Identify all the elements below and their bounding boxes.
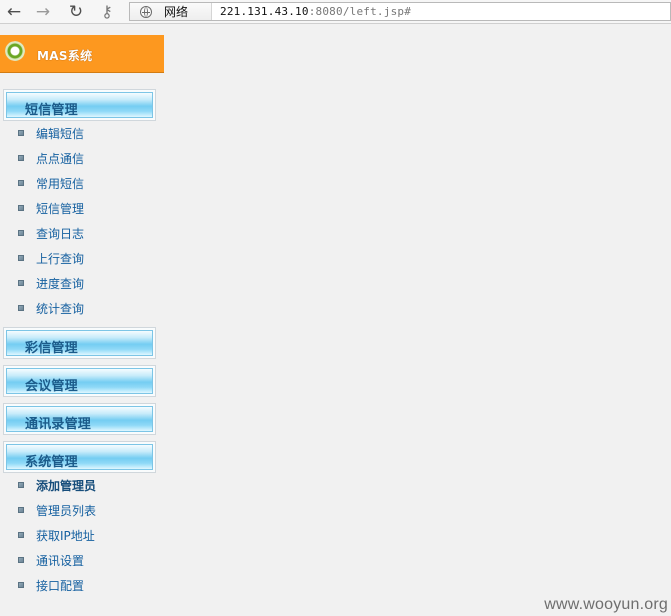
- square-bullet-icon: [18, 482, 24, 488]
- menu-section-mms-bar[interactable]: 彩信管理: [6, 330, 153, 356]
- menu-section-system-label: 系统管理: [25, 455, 78, 470]
- globe-icon: [140, 5, 152, 18]
- sidebar-item-label: 接口配置: [36, 578, 85, 593]
- square-bullet-icon: [18, 180, 24, 186]
- square-bullet-icon: [18, 130, 24, 136]
- square-bullet-icon: [18, 557, 24, 563]
- sidebar-item-label: 进度查询: [36, 276, 85, 291]
- security-zone-label: 网络: [164, 5, 189, 19]
- sidebar-item-label: 常用短信: [36, 176, 85, 191]
- sidebar-item-sms-management[interactable]: 短信管理: [18, 199, 148, 217]
- forward-arrow-icon[interactable]: →: [33, 2, 53, 22]
- sidebar-item-label: 上行查询: [36, 251, 85, 266]
- reload-icon[interactable]: ↻: [66, 2, 86, 22]
- square-bullet-icon: [18, 230, 24, 236]
- square-bullet-icon: [18, 582, 24, 588]
- sidebar-item-progress-query[interactable]: 进度查询: [18, 274, 148, 292]
- menu-section-contacts[interactable]: 通讯录管理: [3, 403, 156, 435]
- menu-section-mms[interactable]: 彩信管理: [3, 327, 156, 359]
- square-bullet-icon: [18, 280, 24, 286]
- square-bullet-icon: [18, 155, 24, 161]
- menu-section-sms-label: 短信管理: [25, 103, 78, 118]
- sidebar-item-label: 通讯设置: [36, 553, 85, 568]
- sidebar-item-admin-list[interactable]: 管理员列表: [18, 501, 148, 519]
- menu-section-sms-bar[interactable]: 短信管理: [6, 92, 153, 118]
- sidebar-item-add-admin[interactable]: 添加管理员: [18, 476, 148, 494]
- url-path: :8080/left.jsp#: [308, 5, 412, 18]
- security-zone[interactable]: 网络: [130, 3, 212, 20]
- menu-section-system[interactable]: 系统管理: [3, 441, 156, 473]
- sidebar-item-label: 编辑短信: [36, 126, 85, 141]
- sidebar-item-label: 统计查询: [36, 301, 85, 316]
- sidebar-item-label: 查询日志: [36, 226, 85, 241]
- sidebar-item-get-ip-address[interactable]: 获取IP地址: [18, 526, 148, 544]
- menu-section-system-bar[interactable]: 系统管理: [6, 444, 153, 470]
- sidebar-item-label: 短信管理: [36, 201, 85, 216]
- menu-section-contacts-label: 通讯录管理: [25, 417, 92, 432]
- square-bullet-icon: [18, 255, 24, 261]
- sidebar-item-label: 点点通信: [36, 151, 85, 166]
- sidebar-item-label: 管理员列表: [36, 503, 97, 518]
- menu-section-contacts-bar[interactable]: 通讯录管理: [6, 406, 153, 432]
- back-arrow-icon[interactable]: ←: [4, 2, 24, 22]
- menu-section-mms-label: 彩信管理: [25, 341, 78, 356]
- sidebar-item-edit-sms[interactable]: 编辑短信: [18, 124, 148, 142]
- sidebar-item-label: 获取IP地址: [36, 528, 95, 543]
- sidebar-item-statistics-query[interactable]: 统计查询: [18, 299, 148, 317]
- address-bar[interactable]: 网络 221.131.43.10:8080/left.jsp#: [129, 2, 671, 21]
- menu-section-sms[interactable]: 短信管理: [3, 89, 156, 121]
- watermark-text: www.wooyun.org: [544, 596, 668, 613]
- system-header: MAS系统: [0, 35, 164, 73]
- sidebar-item-interface-config[interactable]: 接口配置: [18, 576, 148, 594]
- sidebar-item-query-log[interactable]: 查询日志: [18, 224, 148, 242]
- square-bullet-icon: [18, 205, 24, 211]
- gear-icon: [5, 41, 25, 61]
- sidebar-item-point-to-point[interactable]: 点点通信: [18, 149, 148, 167]
- menu-section-conference-bar[interactable]: 会议管理: [6, 368, 153, 394]
- url-text[interactable]: 221.131.43.10:8080/left.jsp#: [212, 5, 411, 18]
- key-icon[interactable]: ⚷: [97, 2, 117, 22]
- menu-section-conference-label: 会议管理: [25, 379, 78, 394]
- square-bullet-icon: [18, 507, 24, 513]
- url-host: 221.131.43.10: [220, 5, 309, 18]
- menu-section-conference[interactable]: 会议管理: [3, 365, 156, 397]
- sidebar-item-common-sms[interactable]: 常用短信: [18, 174, 148, 192]
- browser-toolbar: ← → ↻ ⚷ 网络 221.131.43.10:8080/left.jsp#: [0, 0, 671, 24]
- left-navigation-frame: MAS系统 短信管理 编辑短信 点点通信 常用短信 短信管理 查询日志 上行查询…: [0, 35, 165, 616]
- square-bullet-icon: [18, 532, 24, 538]
- sidebar-item-label: 添加管理员: [36, 478, 97, 493]
- sidebar-item-uplink-query[interactable]: 上行查询: [18, 249, 148, 267]
- sidebar-item-communication-settings[interactable]: 通讯设置: [18, 551, 148, 569]
- system-title: MAS系统: [37, 49, 93, 63]
- square-bullet-icon: [18, 305, 24, 311]
